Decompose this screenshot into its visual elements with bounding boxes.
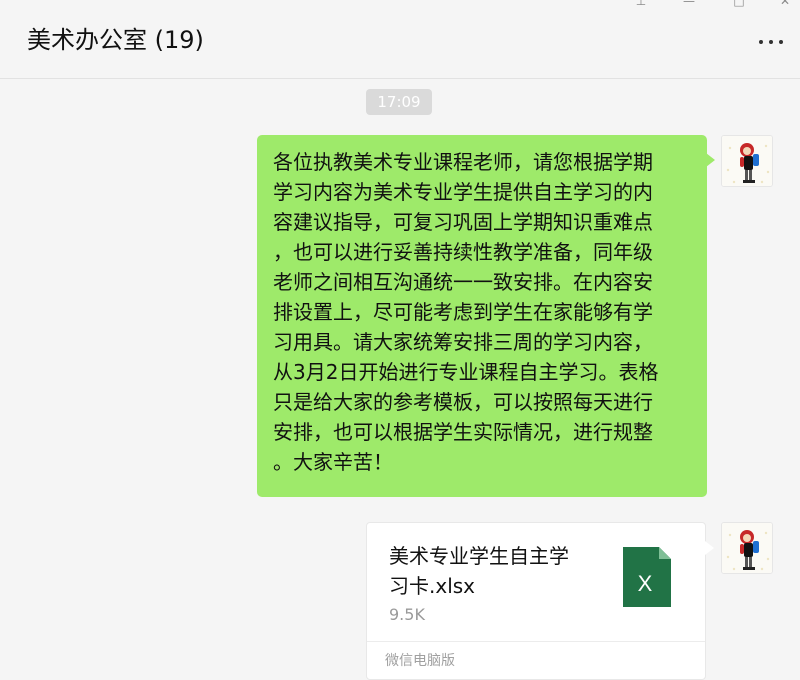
text-message-bubble[interactable]: 各位执教美术专业课程老师，请您根据学期 学习内容为美术专业学生提供自主学习的内 …	[257, 135, 715, 497]
sender-avatar[interactable]	[721, 135, 773, 187]
excel-icon-letter: X	[638, 571, 653, 596]
file-card-divider	[367, 641, 705, 642]
file-size: 9.5K	[389, 605, 425, 624]
chat-header: 美术办公室 (19) ⊥ — □ ✕	[0, 0, 800, 79]
maximize-icon[interactable]: □	[730, 0, 748, 10]
file-source-label: 微信电脑版	[385, 653, 455, 669]
close-icon[interactable]: ✕	[776, 0, 794, 10]
sender-avatar[interactable]	[721, 522, 773, 574]
pin-icon[interactable]: ⊥	[632, 0, 650, 10]
avatar-figure-icon	[722, 136, 772, 186]
excel-file-icon: X	[623, 547, 671, 607]
file-name: 美术专业学生自主学 习卡.xlsx	[389, 544, 569, 598]
more-dot-icon	[759, 40, 763, 44]
more-dot-icon	[779, 40, 783, 44]
more-dot-icon	[769, 40, 773, 44]
chat-title: 美术办公室 (19)	[27, 26, 204, 54]
more-options-button[interactable]	[754, 32, 788, 52]
message-timestamp: 17:09	[366, 89, 432, 115]
message-text: 各位执教美术专业课程老师，请您根据学期 学习内容为美术专业学生提供自主学习的内 …	[273, 150, 659, 474]
file-message-card[interactable]: 美术专业学生自主学 习卡.xlsx 9.5K X 微信电脑版	[366, 522, 714, 680]
minimize-icon[interactable]: —	[680, 0, 698, 10]
avatar-figure-icon	[722, 523, 772, 573]
